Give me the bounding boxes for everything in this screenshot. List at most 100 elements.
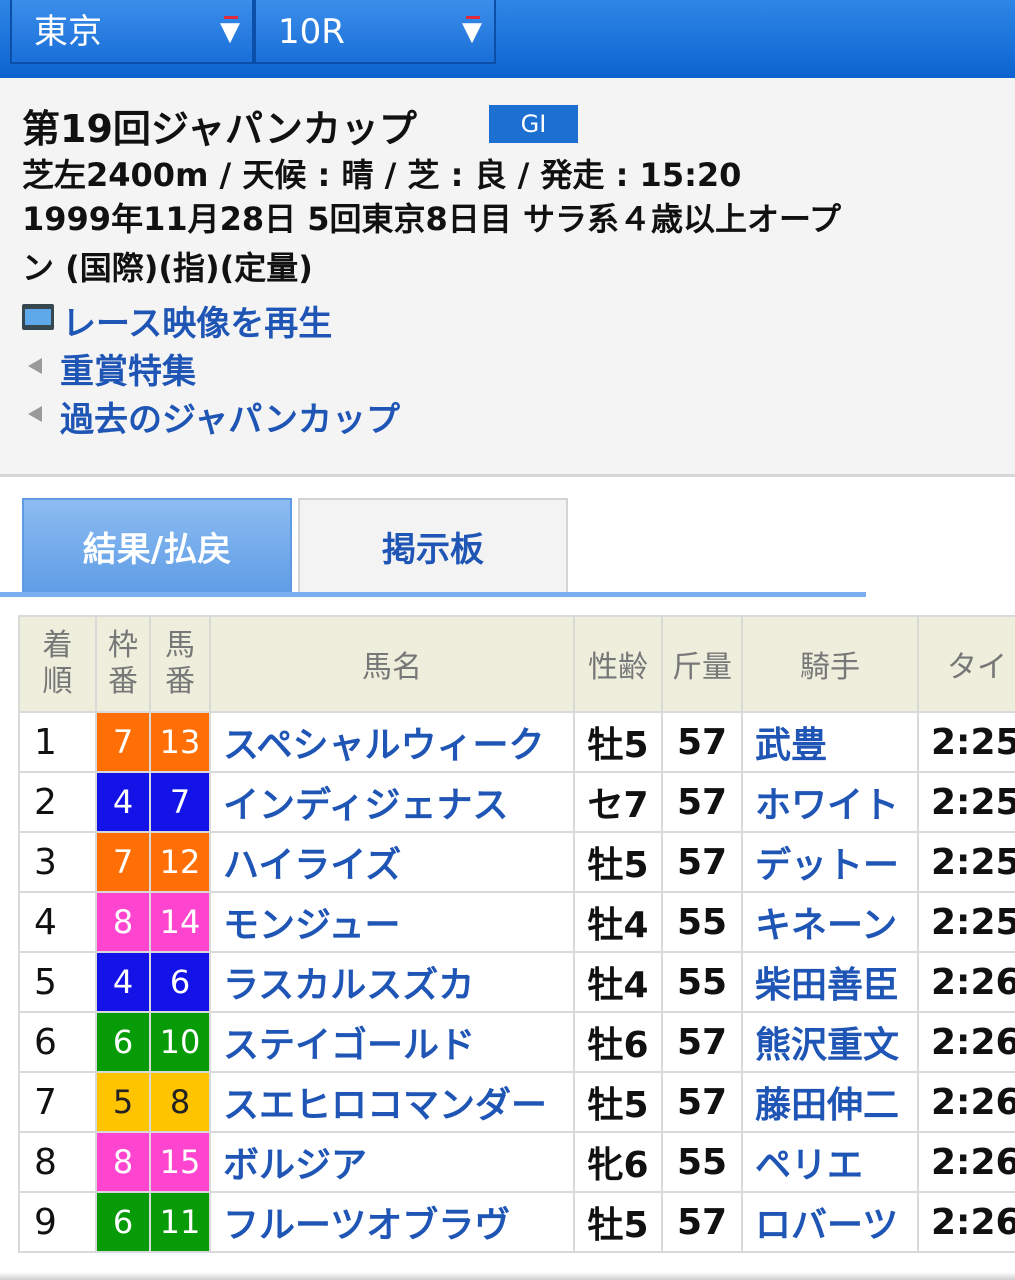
frame-number: 7: [95, 711, 151, 773]
table-row: 6 6 10 ステイゴールド 牡6 57 熊沢重文 2:26: [18, 1011, 1015, 1073]
tab-underline: [0, 592, 866, 597]
horse-number: 8: [149, 1071, 211, 1133]
table-row: 8 8 15 ボルジア 牝6 55 ペリエ 2:26: [18, 1131, 1015, 1193]
jockey-link[interactable]: 柴田善臣: [741, 951, 919, 1013]
table-row: 1 7 13 スペシャルウィーク 牡5 57 武豊 2:25: [18, 711, 1015, 773]
header-pos-line1: 着: [42, 628, 73, 663]
finish-time: 2:25: [917, 831, 1015, 893]
finish-time: 2:26: [917, 1191, 1015, 1253]
graded-feature-link[interactable]: 重賞特集: [60, 344, 196, 393]
race-title: 第19回ジャパンカップ: [22, 107, 417, 151]
carried-weight: 57: [661, 1191, 743, 1253]
race-video-link[interactable]: レース映像を再生: [62, 296, 332, 345]
sex-age: 牡5: [573, 1191, 663, 1253]
header-horse: 馬名: [209, 615, 575, 713]
finish-position: 5: [18, 951, 97, 1013]
sex-age: 牡6: [573, 1011, 663, 1073]
dropdown-arrow-icon: ▼: [462, 17, 482, 47]
race-select[interactable]: 10R ▼: [254, 0, 496, 64]
jockey-link[interactable]: ホワイト: [741, 771, 919, 833]
header-frame-line2: 番: [108, 664, 138, 699]
jockey-link[interactable]: ロバーツ: [741, 1191, 919, 1253]
horse-name-link[interactable]: ハイライズ: [209, 831, 575, 893]
finish-position: 4: [18, 891, 97, 953]
jockey-link[interactable]: 熊沢重文: [741, 1011, 919, 1073]
horse-name-link[interactable]: スペシャルウィーク: [209, 711, 575, 773]
finish-time: 2:26: [917, 1131, 1015, 1193]
frame-number: 6: [95, 1011, 151, 1073]
frame-number: 4: [95, 771, 151, 833]
table-row: 4 8 14 モンジュー 牡4 55 キネーン 2:25: [18, 891, 1015, 953]
past-japan-cup-link[interactable]: 過去のジャパンカップ: [60, 392, 400, 441]
race-conditions: 芝左2400m / 天候 : 晴 / 芝 : 良 / 発走 : 15:20: [22, 156, 742, 194]
jockey-link[interactable]: 藤田伸二: [741, 1071, 919, 1133]
race-date-line2: ン (国際)(指)(定量): [22, 249, 313, 287]
jockey-link[interactable]: ペリエ: [741, 1131, 919, 1193]
header-sex-age: 性齢: [573, 615, 663, 713]
sex-age: 牝6: [573, 1131, 663, 1193]
horse-number: 13: [149, 711, 211, 773]
header-num-line1: 馬: [165, 628, 195, 663]
header-frame-line1: 枠: [108, 628, 138, 663]
tab-board[interactable]: 掲示板: [298, 498, 568, 594]
carried-weight: 55: [661, 891, 743, 953]
finish-time: 2:25: [917, 891, 1015, 953]
finish-time: 2:25: [917, 771, 1015, 833]
header-frame: 枠 番: [95, 615, 151, 713]
carried-weight: 55: [661, 1131, 743, 1193]
race-select-value: 10R: [278, 12, 345, 52]
horse-name-link[interactable]: インディジェナス: [209, 771, 575, 833]
table-row: 5 4 6 ラスカルスズカ 牡4 55 柴田善臣 2:26: [18, 951, 1015, 1013]
header-pos: 着 順: [18, 615, 97, 713]
horse-name-link[interactable]: ステイゴールド: [209, 1011, 575, 1073]
horse-number: 14: [149, 891, 211, 953]
table-row: 3 7 12 ハイライズ 牡5 57 デットー 2:25: [18, 831, 1015, 893]
horse-number: 10: [149, 1011, 211, 1073]
results-table: 着 順 枠 番 馬 番 馬名 性齢 斤量 騎手 タイ 1 7 13 スペシャルウィーク…: [18, 615, 1015, 1253]
table-row: 2 4 7 インディジェナス セ7 57 ホワイト 2:25: [18, 771, 1015, 833]
triangle-left-icon: [28, 406, 42, 422]
bottom-edge: [0, 1272, 1015, 1280]
frame-number: 4: [95, 951, 151, 1013]
finish-position: 7: [18, 1071, 97, 1133]
sex-age: 牡5: [573, 831, 663, 893]
tab-results[interactable]: 結果/払戻: [22, 498, 292, 594]
horse-number: 15: [149, 1131, 211, 1193]
finish-time: 2:26: [917, 951, 1015, 1013]
finish-position: 1: [18, 711, 97, 773]
finish-position: 2: [18, 771, 97, 833]
frame-number: 7: [95, 831, 151, 893]
horse-number: 7: [149, 771, 211, 833]
triangle-left-icon: [28, 358, 42, 374]
jockey-link[interactable]: キネーン: [741, 891, 919, 953]
horse-name-link[interactable]: モンジュー: [209, 891, 575, 953]
horse-name-link[interactable]: ボルジア: [209, 1131, 575, 1193]
jockey-link[interactable]: デットー: [741, 831, 919, 893]
carried-weight: 57: [661, 711, 743, 773]
finish-time: 2:26: [917, 1071, 1015, 1133]
sex-age: 牡5: [573, 711, 663, 773]
carried-weight: 55: [661, 951, 743, 1013]
finish-position: 6: [18, 1011, 97, 1073]
horse-number: 11: [149, 1191, 211, 1253]
dropdown-arrow-icon: ▼: [220, 17, 240, 47]
horse-name-link[interactable]: スエヒロコマンダー: [209, 1071, 575, 1133]
frame-number: 6: [95, 1191, 151, 1253]
film-icon: [22, 304, 54, 330]
horse-name-link[interactable]: ラスカルスズカ: [209, 951, 575, 1013]
header-pos-line2: 順: [42, 664, 73, 699]
frame-number: 5: [95, 1071, 151, 1133]
sex-age: 牡4: [573, 891, 663, 953]
horse-number: 6: [149, 951, 211, 1013]
finish-position: 3: [18, 831, 97, 893]
carried-weight: 57: [661, 1071, 743, 1133]
carried-weight: 57: [661, 1011, 743, 1073]
frame-number: 8: [95, 1131, 151, 1193]
venue-select[interactable]: 東京 ▼: [10, 0, 254, 64]
results-body: 1 7 13 スペシャルウィーク 牡5 57 武豊 2:25 2 4 7 インディジェナス セ7 57 ホワ…: [18, 711, 1015, 1253]
horse-name-link[interactable]: フルーツオブラヴ: [209, 1191, 575, 1253]
finish-position: 8: [18, 1131, 97, 1193]
sex-age: セ7: [573, 771, 663, 833]
jockey-link[interactable]: 武豊: [741, 711, 919, 773]
table-row: 9 6 11 フルーツオブラヴ 牡5 57 ロバーツ 2:26: [18, 1191, 1015, 1253]
